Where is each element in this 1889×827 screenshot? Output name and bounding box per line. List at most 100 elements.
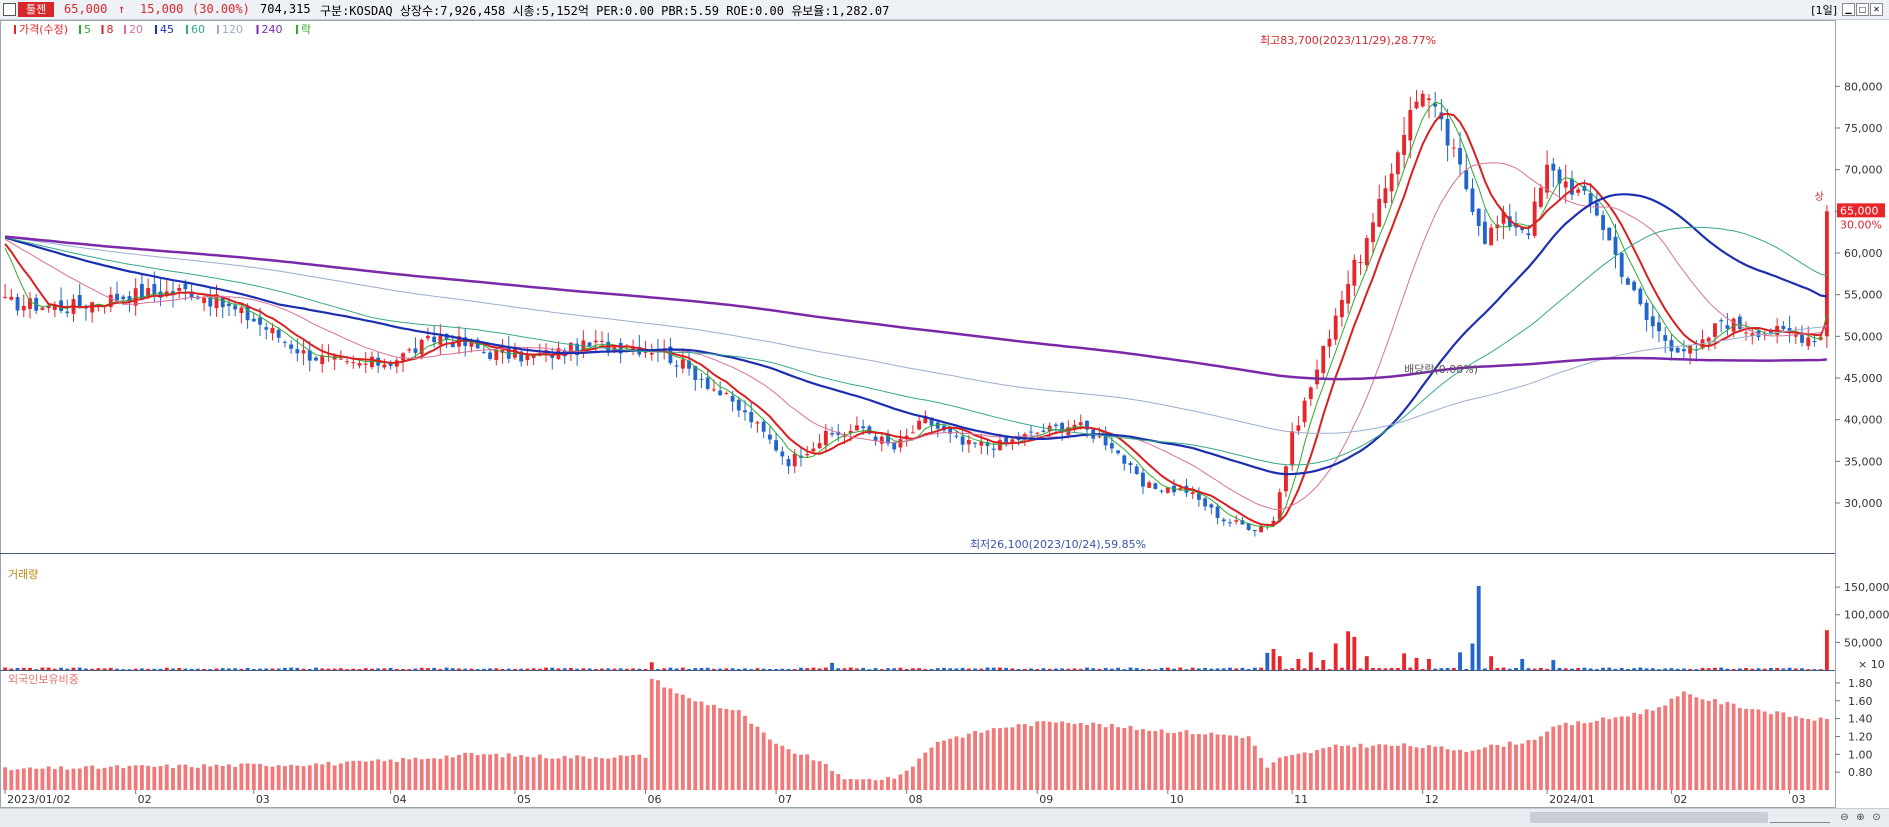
foreign-bar (1364, 747, 1369, 790)
volume-bar (823, 667, 828, 670)
foreign-bar (1563, 722, 1568, 790)
zoom-out-icon[interactable]: ⊖ (1838, 811, 1851, 824)
foreign-bar (1588, 722, 1593, 790)
foreign-bar (855, 779, 859, 790)
foreign-bar (363, 761, 368, 790)
foreign-bar (220, 765, 225, 790)
foreign-bar (1072, 724, 1077, 790)
foreign-bar (1265, 767, 1270, 790)
zoom-in-icon[interactable]: ⊕ (1854, 811, 1867, 824)
candle-body (699, 378, 704, 380)
volume-bar (998, 667, 1002, 670)
foreign-bar (1507, 741, 1512, 790)
stock-chart[interactable]: 30,000 35,000 40,000 45,000 50,000 55,000 60,0… (0, 20, 1889, 808)
foreign-bar (929, 747, 934, 790)
candle-body (1147, 482, 1152, 488)
volume-bar (1818, 669, 1823, 670)
candle-body (1203, 498, 1208, 507)
close-icon[interactable]: ✕ (1870, 3, 1883, 16)
volume-bar (382, 668, 387, 670)
zoom-reset-icon[interactable]: ⊙ (1870, 811, 1883, 824)
legend-label: 5 (84, 23, 91, 36)
candle-body (861, 426, 866, 429)
price-axis-label: 50,000 (1844, 330, 1883, 343)
volume-bar (917, 668, 922, 670)
foreign-bar (1371, 745, 1375, 790)
candle-body (401, 353, 405, 361)
candle-body (488, 352, 493, 359)
foreign-bar (711, 704, 716, 790)
volume-bar (1371, 667, 1375, 670)
volume-bar (935, 668, 940, 670)
candle-body (121, 296, 126, 300)
candle-body (1706, 337, 1711, 342)
foreign-bar (581, 756, 586, 790)
foreign-bar (475, 755, 480, 790)
foreign-bar (158, 766, 163, 790)
foreign-bar (1184, 730, 1189, 790)
foreign-bar (1688, 694, 1693, 790)
candle-body (301, 350, 306, 354)
foreign-bar (90, 765, 95, 790)
candle-body (1657, 322, 1661, 332)
foreign-bar (1675, 696, 1680, 790)
volume-bar (1010, 668, 1015, 670)
foreign-bar (264, 766, 269, 790)
foreign-bar (1252, 745, 1257, 790)
foreign-bar (643, 757, 648, 790)
low-annotation: 최저26,100(2023/10/24),59.85% (970, 538, 1146, 551)
volume-bar (1147, 669, 1152, 670)
foreign-bar (115, 765, 119, 790)
foreign-bar (1694, 697, 1699, 790)
minimize-icon[interactable]: ▁ (1842, 3, 1855, 16)
foreign-bar (1793, 716, 1798, 790)
foreign-bar (1315, 750, 1319, 790)
foreign-bar (96, 768, 101, 790)
candle-body (345, 361, 350, 363)
volume-bar (450, 668, 455, 670)
candle-body (295, 349, 300, 354)
foreign-bar (1165, 732, 1170, 790)
candle-body (1215, 506, 1220, 518)
period-selector[interactable]: [1일] (1811, 2, 1837, 18)
zoom-slider[interactable] (1770, 814, 1830, 823)
candle-body (711, 389, 716, 391)
volume-bar (544, 667, 548, 670)
volume-bar (1694, 669, 1699, 670)
x-axis-label: 10 (1170, 793, 1184, 806)
maximize-icon[interactable]: □ (1856, 3, 1869, 16)
volume-bar (127, 669, 132, 670)
volume-bar (1315, 667, 1319, 670)
volume-bar (1035, 669, 1040, 670)
select-checkbox[interactable] (3, 3, 16, 16)
volume-bar (345, 669, 350, 670)
volume-bar (34, 669, 39, 670)
legend-label: 120 (222, 23, 243, 36)
foreign-bar (1570, 725, 1574, 790)
foreign-bar (612, 757, 617, 790)
volume-bar (1302, 668, 1307, 670)
stock-name-badge[interactable]: 툴젠 (18, 2, 55, 17)
candle-body (1290, 431, 1295, 466)
volume-bar (338, 668, 343, 670)
candle-body (382, 364, 387, 368)
foreign-bar (1029, 725, 1033, 790)
volume-bar (1209, 668, 1214, 670)
foreign-bar (898, 774, 903, 790)
volume-bar (146, 668, 151, 670)
scrollbar-thumb[interactable] (1530, 812, 1768, 823)
candle-body (879, 436, 884, 444)
foreign-bar (295, 765, 300, 790)
foreign-bar (1433, 746, 1438, 790)
volume-bar (1066, 668, 1071, 670)
volume-bar (575, 668, 580, 670)
candle-body (1109, 443, 1114, 449)
foreign-bar (345, 761, 350, 790)
horizontal-scrollbar[interactable]: ⊖ ⊕ ⊙ (0, 808, 1889, 827)
candle-body (761, 421, 766, 432)
volume-bar (115, 668, 119, 670)
volume-bar (1688, 668, 1693, 670)
chart-frame (0, 20, 1836, 808)
volume-bar (774, 669, 779, 670)
foreign-bar (1203, 734, 1208, 790)
